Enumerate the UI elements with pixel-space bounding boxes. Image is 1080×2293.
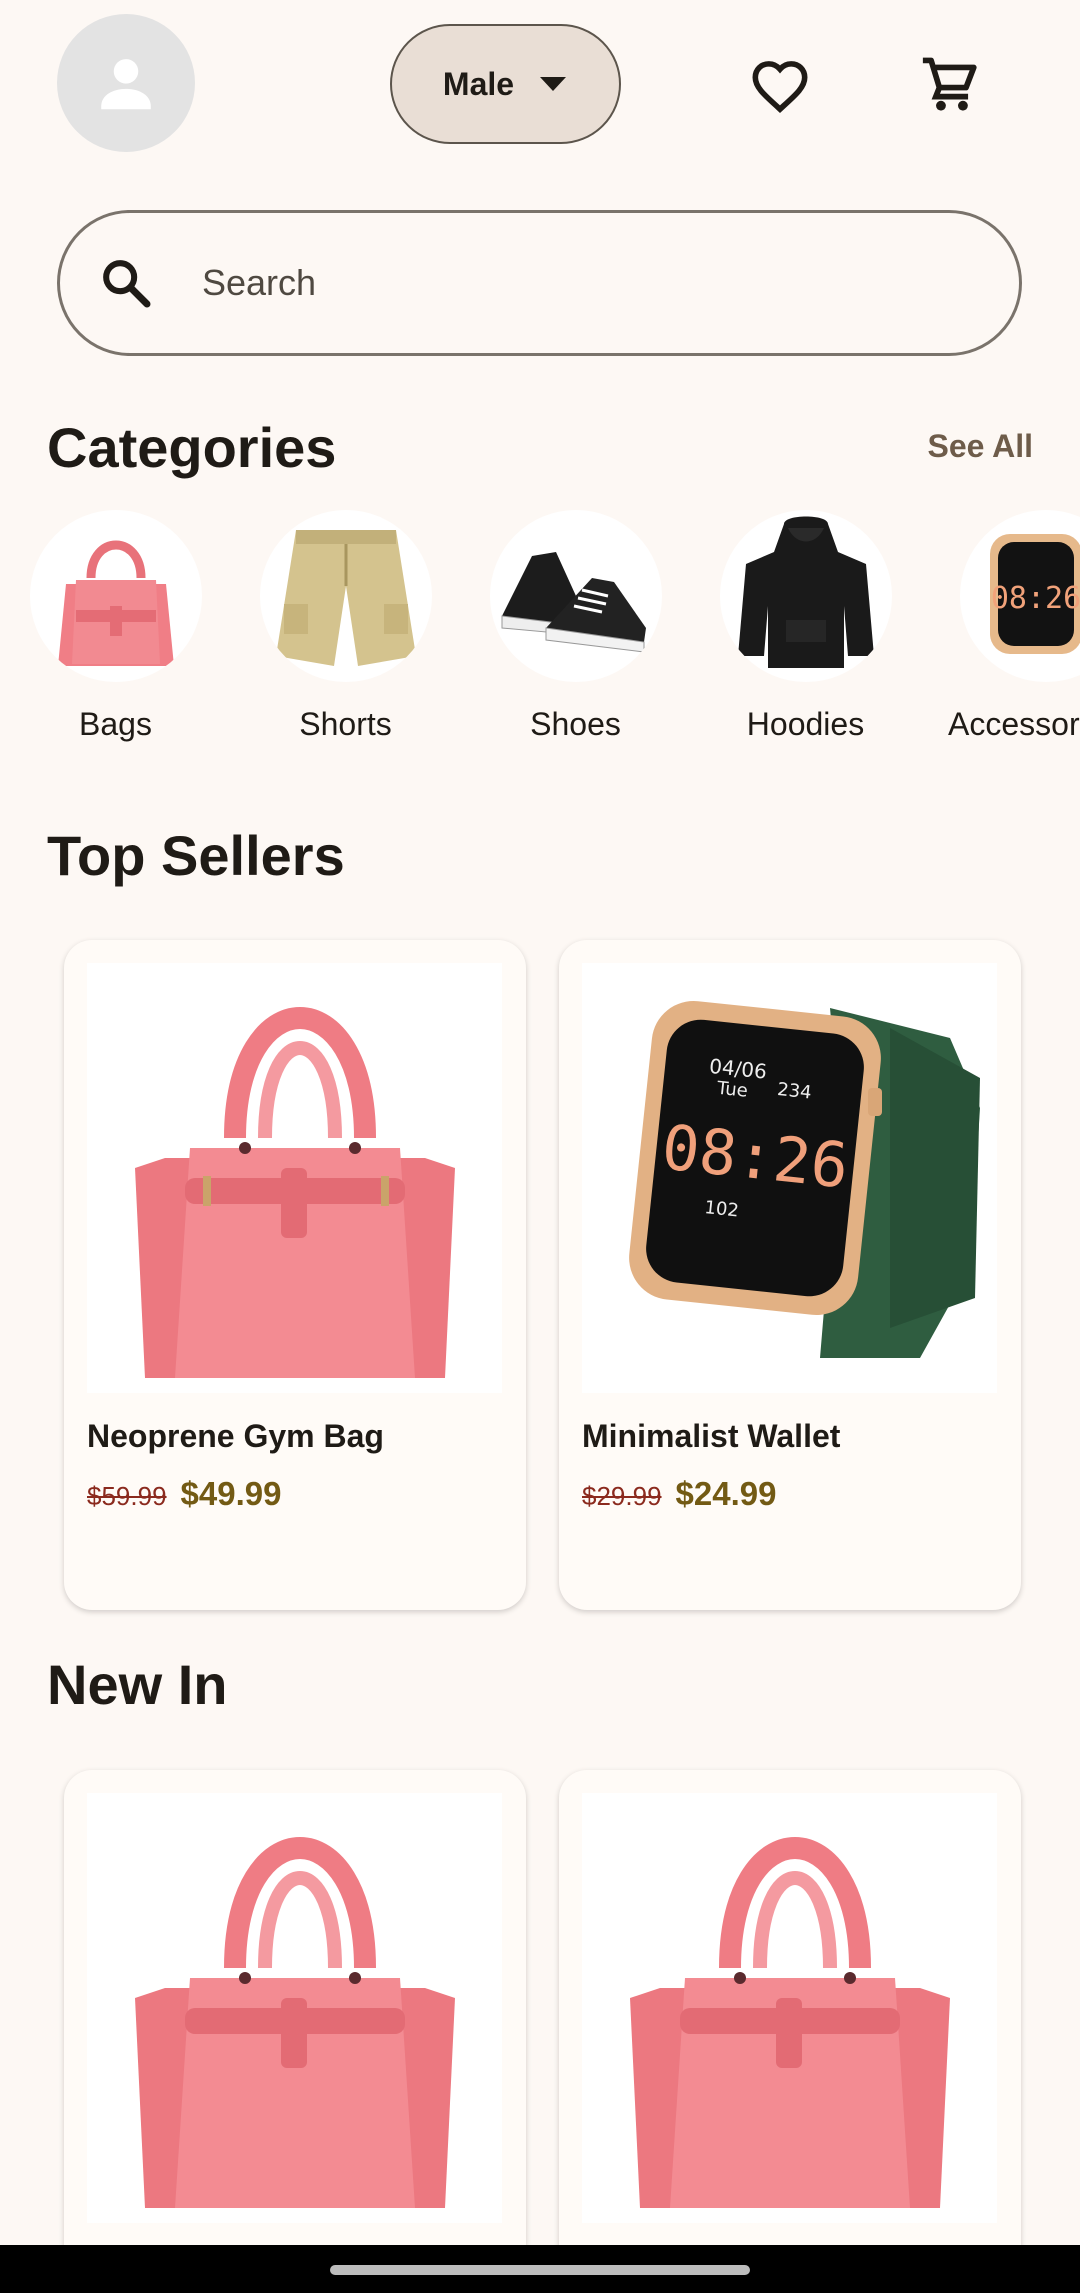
category-bags[interactable]: Bags (28, 510, 203, 743)
favorites-button[interactable] (745, 50, 815, 120)
system-navigation-bar (0, 2245, 1080, 2293)
home-gesture-handle[interactable] (330, 2265, 750, 2275)
gender-dropdown[interactable]: Male (390, 24, 621, 144)
product-image (582, 1793, 997, 2223)
product-card[interactable] (559, 1770, 1021, 2293)
product-image: 08:26 04/06 Tue 234 102 (582, 963, 997, 1393)
product-image (87, 963, 502, 1393)
product-name: Neoprene Gym Bag (87, 1418, 384, 1454)
category-shorts[interactable]: Shorts (258, 510, 433, 743)
product-old-price: $29.99 (582, 1481, 662, 1511)
dropdown-arrow-icon (540, 77, 567, 91)
top-app-bar: Male (0, 0, 1080, 170)
profile-avatar[interactable] (57, 14, 195, 152)
category-accessories-image: 08:26 (960, 510, 1080, 682)
product-image (87, 1793, 502, 2223)
product-price: $24.99 (675, 1475, 777, 1512)
product-name: Minimalist Wallet (582, 1418, 841, 1454)
category-label: Accessories (948, 706, 1080, 742)
product-prices: $59.99 $49.99 (87, 1475, 281, 1513)
category-shorts-image (259, 510, 432, 682)
search-input[interactable] (202, 262, 962, 304)
heart-icon (752, 61, 808, 113)
search-bar[interactable] (57, 210, 1022, 356)
category-shoes[interactable]: Shoes (488, 510, 663, 743)
gender-dropdown-label: Male (442, 65, 515, 102)
categories-carousel[interactable]: Bags Shorts Shoes Hoodies 08:26 Accessor (0, 510, 1080, 760)
top-sellers-title: Top Sellers (47, 824, 345, 887)
category-shoes-image (489, 510, 662, 682)
new-in-title: New In (47, 1653, 228, 1716)
shopping-cart-icon (922, 57, 977, 111)
product-prices: $29.99 $24.99 (582, 1475, 776, 1513)
see-all-link[interactable]: See All (927, 428, 1033, 465)
category-label: Hoodies (746, 706, 865, 742)
category-hoodies-image (719, 510, 892, 682)
product-card[interactable]: Neoprene Gym Bag $59.99 $49.99 (64, 940, 526, 1610)
search-icon (96, 253, 156, 313)
category-label: Shorts (299, 706, 392, 742)
product-old-price: $59.99 (87, 1481, 167, 1511)
svg-text:08:26: 08:26 (991, 581, 1080, 616)
category-bags-image (29, 510, 202, 682)
product-card[interactable] (64, 1770, 526, 2293)
product-price: $49.99 (180, 1475, 282, 1512)
category-accessories[interactable]: 08:26 Accessories (948, 510, 1080, 743)
person-icon (101, 59, 151, 110)
svg-text:102: 102 (703, 1197, 739, 1221)
categories-title: Categories (47, 416, 337, 479)
category-label: Shoes (530, 706, 621, 742)
category-label: Bags (79, 706, 152, 742)
svg-text:Tue: Tue (715, 1078, 749, 1102)
category-hoodies[interactable]: Hoodies (718, 510, 893, 743)
product-card[interactable]: 08:26 04/06 Tue 234 102 Minimalist Walle… (559, 940, 1021, 1610)
svg-text:234: 234 (776, 1079, 812, 1103)
cart-button[interactable] (915, 50, 985, 120)
